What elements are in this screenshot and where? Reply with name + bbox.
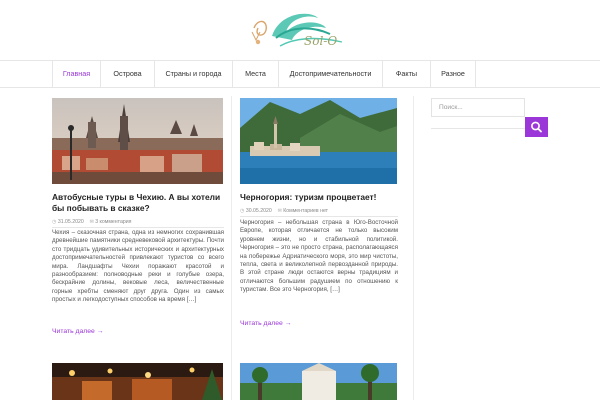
comment-icon: ✉ [89, 219, 94, 225]
sidebar-divider [431, 128, 525, 129]
post-meta: ◷ 30.05.2020 ✉ Комментариев нет [240, 208, 328, 214]
main-nav: Главная Острова Страны и города Места До… [0, 60, 600, 88]
comment-icon: ✉ [277, 208, 282, 214]
search-button[interactable] [525, 117, 548, 137]
post-excerpt: Чехия – сказочная страна, одна из немног… [52, 229, 224, 304]
logo-shell-icon [251, 13, 343, 47]
nav-item-places[interactable]: Места [232, 61, 278, 87]
post-thumbnail-church[interactable] [240, 363, 397, 400]
column-divider [413, 96, 414, 400]
post-thumbnail-montenegro[interactable] [240, 98, 397, 184]
site-logo[interactable] [246, 6, 356, 56]
column-divider [231, 96, 232, 400]
read-more-link[interactable]: Читать далее → [52, 328, 104, 335]
nav-item-misc[interactable]: Разное [430, 61, 476, 87]
post-comments[interactable]: 3 комментария [95, 219, 131, 225]
post-title[interactable]: Автобусные туры в Чехию. А вы хотели бы … [52, 192, 224, 214]
post-title[interactable]: Черногория: туризм процветает! [240, 192, 398, 203]
post-meta: ◷ 31.05.2020 ✉ 3 комментария [52, 219, 131, 225]
site-header: Sol-O [0, 0, 600, 60]
nav-item-countries[interactable]: Страны и города [154, 61, 232, 87]
post-date: 31.05.2020 [57, 219, 84, 225]
nav-item-facts[interactable]: Факты [382, 61, 430, 87]
post-date: 30.05.2020 [245, 208, 272, 214]
post-thumbnail-market[interactable] [52, 363, 223, 400]
nav-item-sights[interactable]: Достопримечательности [278, 61, 382, 87]
nav-item-home[interactable]: Главная [52, 61, 100, 87]
post-comments[interactable]: Комментариев нет [283, 208, 328, 214]
search-icon [531, 121, 542, 133]
logo-text: Sol-O [304, 34, 338, 48]
meta-divider [52, 227, 224, 228]
meta-divider [240, 216, 398, 217]
post-excerpt: Черногория – небольшая страна в Юго-Вост… [240, 219, 398, 294]
read-more-link[interactable]: Читать далее → [240, 320, 292, 327]
search-input[interactable] [431, 98, 525, 117]
clock-icon: ◷ [240, 208, 245, 214]
post-thumbnail-prague[interactable] [52, 98, 223, 184]
nav-item-islands[interactable]: Острова [100, 61, 154, 87]
clock-icon: ◷ [52, 219, 57, 225]
